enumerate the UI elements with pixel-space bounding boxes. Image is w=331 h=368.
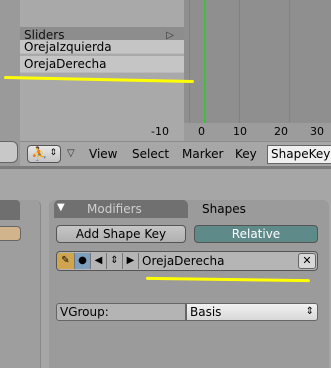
panel-collapse-icon[interactable]: ▼ xyxy=(57,202,65,213)
menu-key[interactable]: Key xyxy=(235,147,257,161)
pin-icon[interactable]: ● xyxy=(75,253,91,269)
delete-key-button[interactable]: ✕ xyxy=(298,253,316,269)
mode-selector[interactable]: ShapeKey xyxy=(267,145,331,164)
left-panel-button[interactable] xyxy=(0,226,21,241)
add-shape-key-button[interactable]: Add Shape Key xyxy=(56,225,186,243)
frame-ruler[interactable]: -10 0 10 20 30 xyxy=(151,123,331,141)
vgroup-field[interactable]: VGroup: xyxy=(56,303,186,321)
menu-view[interactable]: View xyxy=(89,147,117,161)
relative-key-value: Basis xyxy=(190,305,222,319)
relative-toggle[interactable]: Relative xyxy=(194,225,318,243)
up-down-arrow-icon: ⇕ xyxy=(49,148,57,158)
grid-line xyxy=(239,0,240,123)
shape-key-name-field[interactable]: OrejaDerecha xyxy=(142,252,224,270)
channel-label: OrejaIzquierda xyxy=(24,40,112,54)
grid-line xyxy=(289,0,290,123)
menu-marker[interactable]: Marker xyxy=(182,147,223,161)
previous-key-button[interactable]: ◀ xyxy=(91,253,107,269)
grid-line xyxy=(189,0,190,123)
next-key-button[interactable]: ▶ xyxy=(123,253,139,269)
tab-modifiers[interactable]: ▼ Modifiers xyxy=(54,200,188,218)
up-down-arrow-icon: ⇕ xyxy=(305,306,314,317)
tab-label: Shapes xyxy=(202,202,246,216)
tab-label: Modifiers xyxy=(87,202,142,216)
channel-item[interactable]: OrejaDerecha xyxy=(20,56,184,73)
frame-tick-label: 0 xyxy=(198,125,205,138)
relative-key-selector[interactable]: Basis ⇕ xyxy=(186,303,318,321)
left-panel-tab[interactable] xyxy=(0,200,20,220)
frame-tick-label: -10 xyxy=(151,125,169,138)
collapse-menu-triangle-icon[interactable]: ▽ xyxy=(67,148,75,159)
key-stepper-icon[interactable]: ⇕ xyxy=(107,253,123,269)
timeline-area[interactable] xyxy=(184,0,331,123)
menu-select[interactable]: Select xyxy=(132,147,169,161)
current-frame-line[interactable] xyxy=(204,0,206,123)
pencil-icon[interactable]: ✎ xyxy=(57,253,75,269)
action-editor-header: ⛹ ⇕ ▽ View Select Marker Key ShapeKey xyxy=(20,141,331,167)
frame-tick-label: 10 xyxy=(233,125,247,138)
channel-label: OrejaDerecha xyxy=(24,57,107,71)
shape-key-row: ✎ ● ◀ ⇕ ▶ OrejaDerecha ✕ xyxy=(56,251,318,271)
frame-tick-label: 30 xyxy=(310,125,324,138)
action-editor-icon: ⛹ xyxy=(31,147,48,162)
frame-tick-label: 20 xyxy=(274,125,288,138)
left-window-button[interactable] xyxy=(0,141,18,163)
editor-type-button[interactable]: ⛹ ⇕ xyxy=(27,145,61,163)
channel-item[interactable]: OrejaIzquierda xyxy=(20,40,184,54)
tab-shapes[interactable]: Shapes xyxy=(188,200,325,218)
